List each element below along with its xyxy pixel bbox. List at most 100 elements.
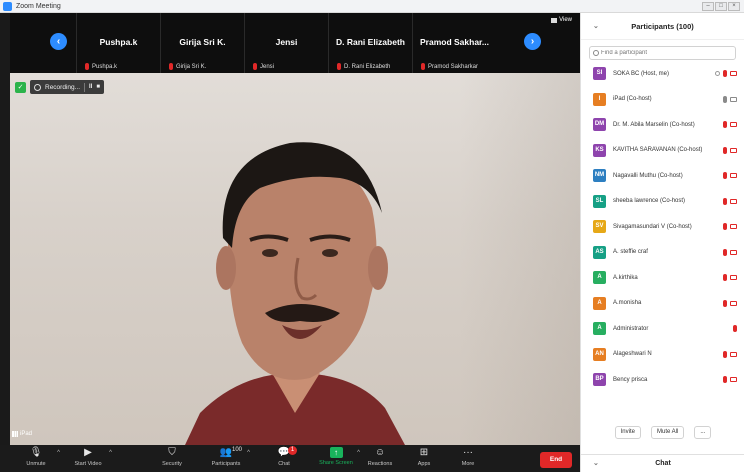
zoom-app-icon bbox=[3, 1, 12, 11]
strip-tile[interactable]: Girija Sri K. Girija Sri K. bbox=[160, 13, 244, 73]
participant-row[interactable]: A Administrator bbox=[581, 316, 744, 342]
strip-tile[interactable]: Jensi Jensi bbox=[244, 13, 328, 73]
participant-name: A.monisha bbox=[613, 300, 642, 307]
strip-prev-button[interactable]: ‹ bbox=[50, 33, 67, 50]
participant-row[interactable]: BP Bency prisca bbox=[581, 367, 744, 393]
participant-status bbox=[723, 376, 737, 383]
tile-name: Girija Sri K. bbox=[179, 37, 226, 47]
avatar: A bbox=[593, 322, 606, 336]
minimize-button[interactable]: – bbox=[702, 2, 714, 11]
tile-label: Girija Sri K. bbox=[169, 63, 206, 70]
start-video-button[interactable]: ▶ Start Video ^ bbox=[62, 447, 114, 472]
unmute-button[interactable]: 🎙 Unmute ^ bbox=[10, 447, 62, 472]
chevron-up-icon[interactable]: ^ bbox=[109, 450, 112, 456]
participant-name: KAVITHA SARAVANAN (Co-host) bbox=[613, 147, 703, 154]
participant-status bbox=[723, 146, 737, 154]
video-off-icon bbox=[730, 71, 737, 76]
mic-muted-icon: 🎙 bbox=[29, 447, 43, 458]
recording-indicator: ✓ Recording... II ■ bbox=[15, 80, 105, 94]
mute-all-button[interactable]: Mute All bbox=[650, 426, 685, 439]
camera-name-label: iPad bbox=[12, 431, 32, 437]
more-label: More bbox=[461, 461, 475, 467]
participant-search[interactable] bbox=[589, 46, 736, 60]
participants-header: ⌄ Participants (100) bbox=[581, 13, 744, 40]
chevron-down-icon[interactable]: ⌄ bbox=[593, 459, 599, 467]
recording-label: Recording... bbox=[45, 83, 81, 91]
window-title: Zoom Meeting bbox=[16, 2, 61, 10]
shield-icon: ⛉ bbox=[168, 447, 176, 458]
tile-label-text: D. Rani Elizabeth bbox=[344, 63, 391, 70]
participant-row[interactable]: AS A. steffie craf bbox=[581, 240, 744, 266]
participant-row[interactable]: SV Sivagamasundari V (Co-host) bbox=[581, 214, 744, 240]
chevron-down-icon[interactable]: ⌄ bbox=[593, 22, 599, 30]
more-button[interactable]: ··· More bbox=[442, 447, 494, 472]
participant-row[interactable]: AN Alageshwari N bbox=[581, 342, 744, 368]
speaker-figure bbox=[185, 142, 405, 445]
record-dot-icon bbox=[34, 83, 41, 91]
more-options-button[interactable]: ... bbox=[694, 426, 712, 439]
participant-row[interactable]: KS KAVITHA SARAVANAN (Co-host) bbox=[581, 138, 744, 164]
chat-header[interactable]: ⌄ Chat bbox=[581, 454, 744, 472]
strip-tile[interactable]: D. Rani Elizabeth D. Rani Elizabeth bbox=[328, 13, 412, 73]
participant-row[interactable]: IiPad (Co-host) bbox=[581, 87, 744, 113]
search-input[interactable] bbox=[601, 50, 731, 56]
avatar: DM bbox=[593, 118, 606, 132]
tile-label-text: Jensi bbox=[260, 63, 275, 70]
video-off-icon bbox=[730, 275, 737, 280]
avatar: AS bbox=[593, 245, 606, 259]
stop-recording-button[interactable]: ■ bbox=[96, 84, 100, 90]
mic-muted-icon bbox=[733, 325, 737, 332]
signal-bars-icon bbox=[12, 431, 18, 437]
strip-tile[interactable]: Pramod Sakhar... Pramod Sakharkar bbox=[412, 13, 496, 73]
mic-muted-icon bbox=[723, 299, 727, 307]
video-off-icon bbox=[730, 173, 737, 178]
strip-next-button[interactable]: › bbox=[524, 33, 541, 50]
search-icon bbox=[593, 50, 599, 56]
participant-name: Alageshwari N bbox=[613, 351, 652, 358]
participant-status bbox=[723, 121, 737, 128]
chat-button[interactable]: 💬 1 Chat bbox=[258, 446, 310, 472]
strip-tile[interactable]: Pushpa.k Pushpa.k bbox=[76, 13, 160, 73]
avatar: NM bbox=[593, 169, 606, 183]
ellipsis-icon: ··· bbox=[463, 447, 473, 458]
avatar: SI bbox=[593, 67, 606, 81]
participant-list: SI SOKA BC (Host, me) IiPad (Co-host) DM Dr.… bbox=[581, 61, 744, 393]
mic-muted-icon bbox=[723, 121, 727, 128]
hand-icon bbox=[715, 71, 720, 76]
maximize-button[interactable]: □ bbox=[715, 2, 727, 11]
participant-row[interactable]: A A.monisha bbox=[581, 291, 744, 317]
mic-muted-icon bbox=[723, 70, 727, 77]
mic-muted-icon bbox=[723, 248, 727, 256]
end-meeting-button[interactable]: End bbox=[540, 452, 572, 468]
participants-button[interactable]: 👥 100 Participants ^ bbox=[200, 447, 252, 472]
mic-muted-icon bbox=[723, 172, 727, 179]
participant-row[interactable]: DM Dr. M. Abila Marselin (Co-host) bbox=[581, 112, 744, 138]
participant-row[interactable]: NM Nagavalli Muthu (Co-host) bbox=[581, 163, 744, 189]
mic-muted-icon bbox=[723, 223, 727, 230]
people-icon: 👥 bbox=[219, 447, 233, 458]
participant-actions: Invite Mute All ... bbox=[581, 426, 744, 444]
participant-name: Dr. M. Abila Marselin (Co-host) bbox=[613, 121, 695, 128]
avatar: AN bbox=[593, 347, 606, 361]
chat-label: Chat bbox=[278, 461, 290, 467]
participant-row[interactable]: A A.kirthika bbox=[581, 265, 744, 291]
participant-name: Administrator bbox=[613, 325, 649, 332]
participant-row[interactable]: SI SOKA BC (Host, me) bbox=[581, 61, 744, 87]
close-button[interactable]: × bbox=[728, 2, 740, 11]
participant-name: A.kirthika bbox=[613, 274, 638, 281]
chevron-up-icon[interactable]: ^ bbox=[57, 450, 60, 456]
title-bar: Zoom Meeting – □ × bbox=[0, 0, 744, 13]
invite-button[interactable]: Invite bbox=[614, 426, 641, 439]
chevron-up-icon[interactable]: ^ bbox=[247, 450, 250, 456]
security-button[interactable]: ⛉ Security bbox=[146, 447, 198, 472]
view-button[interactable]: View bbox=[551, 17, 572, 23]
recording-box: Recording... II ■ bbox=[30, 80, 105, 94]
participant-row[interactable]: SL sheeba lawrence (Co-host) bbox=[581, 189, 744, 215]
mic-muted-icon bbox=[337, 63, 341, 70]
avatar: A bbox=[593, 296, 606, 310]
tile-label: Jensi bbox=[253, 63, 274, 70]
gallery-strip: ‹ Pushpa.k Pushpa.k Girija Sri K. Girija… bbox=[10, 13, 580, 73]
divider bbox=[84, 82, 86, 92]
participant-status bbox=[723, 274, 737, 281]
pause-recording-button[interactable]: II bbox=[89, 84, 92, 90]
